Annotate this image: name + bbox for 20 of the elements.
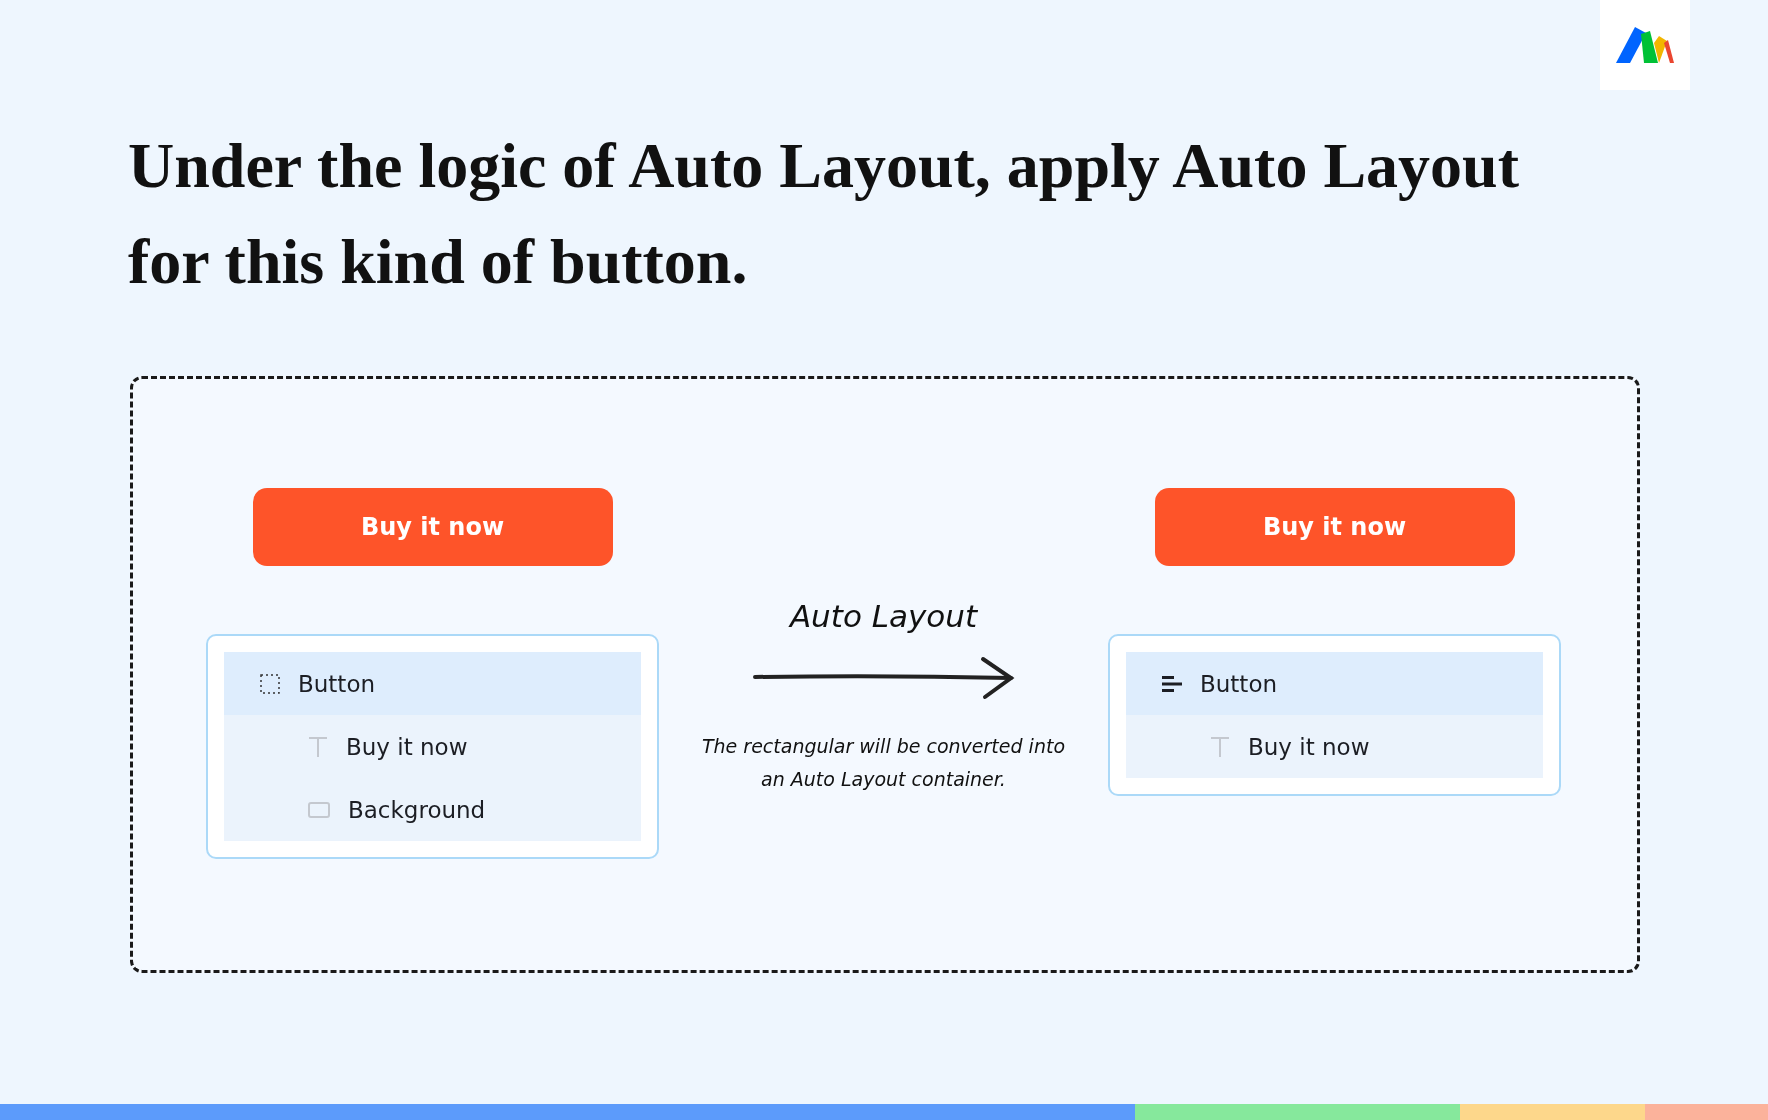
layer-row[interactable]: Buy it now (224, 715, 641, 778)
rectangle-icon (308, 800, 330, 819)
auto-layout-label: Auto Layout (789, 598, 978, 634)
layer-name: Button (1200, 670, 1278, 697)
text-icon (308, 735, 328, 758)
text-icon (1210, 735, 1230, 758)
caption: The rectangular will be converted into an Auto Layout container. (700, 734, 1066, 792)
layer-row[interactable]: Button (1126, 652, 1543, 715)
layer-row[interactable]: Button (224, 652, 641, 715)
dashed-frame-icon (260, 673, 280, 694)
mountain-logo-icon (1616, 27, 1674, 63)
align-lines-icon (1162, 673, 1182, 694)
arrow-icon (752, 656, 1015, 700)
layer-name: Buy it now (1248, 733, 1370, 760)
layer-row[interactable]: Buy it now (1126, 715, 1543, 778)
layer-name: Background (348, 796, 486, 823)
layer-name: Buy it now (346, 733, 468, 760)
layer-row[interactable]: Background (224, 778, 641, 841)
headline: Under the logic of Auto Layout, apply Auto Layout for this kind of button. (128, 129, 1520, 299)
layer-name: Button (298, 670, 376, 697)
